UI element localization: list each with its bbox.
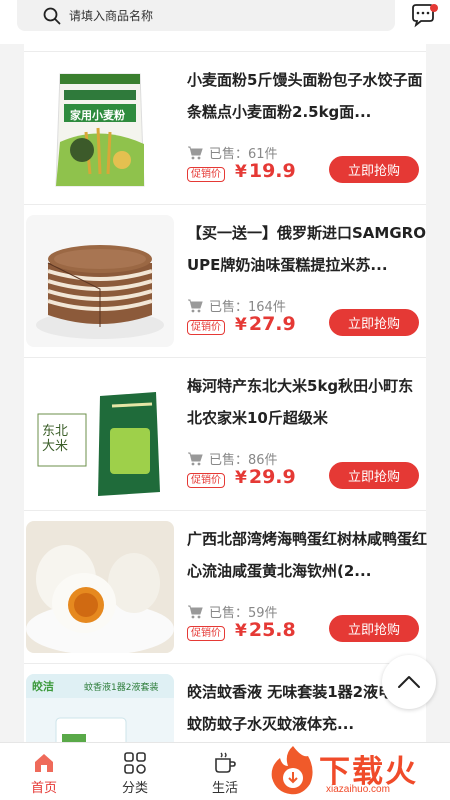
- cart-icon: [188, 605, 203, 618]
- product-image-eggs[interactable]: [26, 521, 174, 653]
- product-title[interactable]: 【买一送一】俄罗斯进口SAMGROUPE牌奶油味蛋糕提拉米苏...: [187, 217, 427, 281]
- cart-icon: [188, 452, 203, 465]
- brand-text: 皎洁: [32, 680, 54, 693]
- product-item[interactable]: 家用小麦粉 小麦面粉5斤馒头面粉包子水饺子面条糕点小麦面粉2.5kg面... 已…: [24, 52, 426, 205]
- chevron-up-icon: [398, 676, 420, 688]
- package-text: 东北大米: [42, 424, 69, 454]
- price-value: 29.9: [248, 466, 296, 488]
- price: ¥29.9: [235, 466, 296, 488]
- tab-label: 分类: [121, 781, 148, 796]
- product-item[interactable]: 东北大米 梅河特产东北大米5kg秋田小町东北农家米10斤超级米 已售： 86件 促…: [24, 358, 426, 511]
- price: ¥19.9: [235, 160, 296, 182]
- package-text: 蚊香液1器2液套装: [84, 683, 159, 693]
- tab-label: 首页: [30, 781, 57, 796]
- package-text: 家用小麦粉: [70, 109, 125, 122]
- product-title[interactable]: 梅河特产东北大米5kg秋田小町东北农家米10斤超级米: [187, 370, 427, 434]
- watermark: 下载火 xiazaihuo.com: [264, 742, 450, 800]
- product-image-flour[interactable]: 家用小麦粉: [26, 62, 174, 194]
- price-value: 19.9: [248, 160, 296, 182]
- flame-logo-icon: [271, 746, 313, 795]
- app-root: 请填入商品名称 家用小麦粉 小麦面粉5斤馒头面粉包子水饺子面条糕点小麦面粉2.5…: [0, 0, 450, 800]
- watermark-subtext: xiazaihuo.com: [326, 784, 390, 795]
- buy-now-button[interactable]: 立即抢购: [329, 615, 419, 642]
- currency-symbol: ¥: [235, 162, 247, 182]
- product-image-cake[interactable]: [26, 215, 174, 347]
- home-icon: [35, 754, 53, 772]
- tab-label: 生活: [211, 781, 238, 796]
- promo-badge: 促销价: [187, 626, 225, 641]
- currency-symbol: ¥: [235, 468, 247, 488]
- buy-now-button[interactable]: 立即抢购: [329, 309, 419, 336]
- product-title[interactable]: 广西北部湾烤海鸭蛋红树林咸鸭蛋红心流油咸蛋黄北海钦州(2...: [187, 523, 427, 587]
- currency-symbol: ¥: [235, 621, 247, 641]
- message-icon[interactable]: [409, 2, 439, 30]
- price: ¥27.9: [235, 313, 296, 335]
- category-icon: [124, 752, 146, 774]
- price: ¥25.8: [235, 619, 296, 641]
- currency-symbol: ¥: [235, 315, 247, 335]
- buy-now-button[interactable]: 立即抢购: [329, 156, 419, 183]
- product-item[interactable]: 广西北部湾烤海鸭蛋红树林咸鸭蛋红心流油咸蛋黄北海钦州(2... 已售： 59件 促…: [24, 511, 427, 664]
- promo-badge: 促销价: [187, 320, 225, 335]
- cart-icon: [188, 299, 203, 312]
- tab-home[interactable]: 首页: [14, 743, 74, 800]
- product-list: 家用小麦粉 小麦面粉5斤馒头面粉包子水饺子面条糕点小麦面粉2.5kg面... 已…: [24, 38, 427, 800]
- tab-category[interactable]: 分类: [105, 743, 165, 800]
- cart-icon: [188, 146, 203, 159]
- price-value: 25.8: [248, 619, 296, 641]
- buy-now-button[interactable]: 立即抢购: [329, 462, 419, 489]
- price-value: 27.9: [248, 313, 296, 335]
- product-title[interactable]: 小麦面粉5斤馒头面粉包子水饺子面条糕点小麦面粉2.5kg面...: [187, 64, 427, 128]
- cup-icon: [215, 752, 236, 773]
- search-input[interactable]: 请填入商品名称: [69, 7, 153, 24]
- promo-badge: 促销价: [187, 473, 225, 488]
- back-to-top-button[interactable]: [382, 655, 436, 709]
- header: 请填入商品名称: [0, 0, 450, 44]
- product-image-rice[interactable]: 东北大米: [26, 368, 174, 500]
- search-icon: [43, 7, 61, 25]
- promo-badge: 促销价: [187, 167, 225, 182]
- product-item[interactable]: 【买一送一】俄罗斯进口SAMGROUPE牌奶油味蛋糕提拉米苏... 已售： 164…: [24, 205, 426, 358]
- search-bar[interactable]: 请填入商品名称: [17, 0, 395, 31]
- tab-life[interactable]: 生活: [195, 743, 255, 800]
